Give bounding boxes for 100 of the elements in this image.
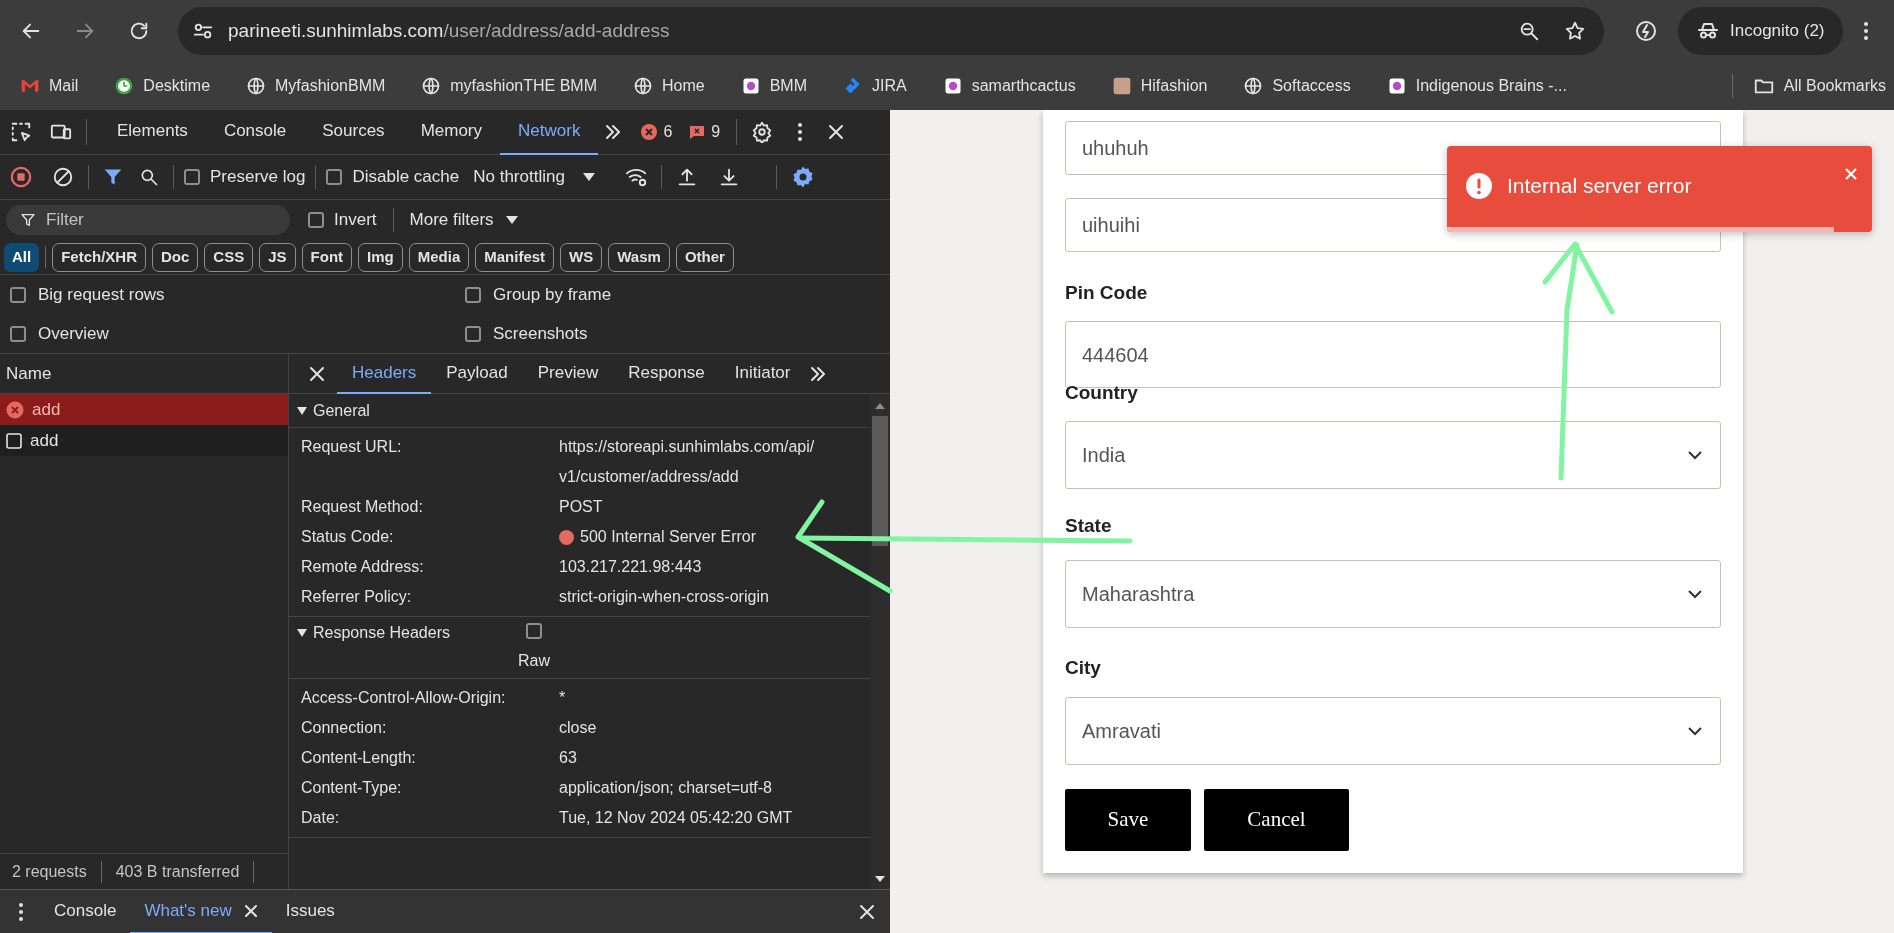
more-options-icon[interactable] — [18, 901, 24, 922]
type-filter-chip[interactable]: Doc — [152, 242, 199, 272]
clear-icon[interactable] — [52, 166, 74, 188]
photo-placeholder — [1111, 76, 1132, 96]
type-filter-chip[interactable]: JS — [259, 242, 296, 272]
close-icon[interactable] — [858, 902, 876, 921]
more-tabs-icon[interactable] — [604, 123, 623, 141]
search-icon[interactable] — [139, 167, 159, 187]
drawer-tab[interactable]: What's new — [130, 889, 272, 933]
checkbox[interactable] — [465, 286, 481, 303]
bookmark[interactable]: BMM — [734, 68, 813, 104]
close-icon[interactable] — [827, 123, 846, 141]
type-filter-chip[interactable]: Other — [675, 242, 734, 272]
request-row[interactable]: add — [0, 425, 288, 456]
bookmark[interactable]: myfashionTHE BMM — [415, 68, 603, 104]
incognito-button[interactable]: Incognito (2) — [1678, 7, 1843, 55]
checkbox[interactable] — [308, 212, 324, 228]
error-counter[interactable]: 6 — [640, 120, 673, 144]
checkbox-label: Raw — [518, 651, 550, 671]
scroll-down-icon[interactable] — [875, 875, 885, 883]
menu-icon[interactable] — [1862, 20, 1869, 42]
error-icon — [640, 123, 659, 141]
issue-icon — [688, 123, 707, 141]
globe-icon — [246, 76, 267, 96]
details-tab[interactable]: Headers — [337, 353, 432, 394]
bookmark[interactable]: Mail — [14, 68, 85, 104]
header-value: strict-origin-when-cross-origin — [559, 587, 770, 607]
devtools-tab[interactable]: Console — [205, 109, 305, 155]
zoom-out-icon[interactable] — [1518, 20, 1540, 42]
type-filter-chip[interactable]: Manifest — [475, 242, 555, 272]
scrollbar-thumb[interactable] — [872, 416, 888, 546]
details-tab[interactable]: Initiator — [719, 353, 806, 394]
status-text: 403 B transferred — [115, 861, 240, 882]
details-tab[interactable]: Payload — [431, 353, 523, 394]
drawer-tab[interactable]: Console — [40, 889, 131, 933]
bookmark[interactable]: Softaccess — [1237, 68, 1357, 104]
checkbox[interactable] — [10, 286, 26, 303]
throttling-dropdown[interactable]: No throttling — [473, 164, 595, 190]
type-filter-chip[interactable]: Fetch/XHR — [52, 242, 146, 272]
bookmark[interactable]: MyfashionBMM — [240, 68, 392, 104]
checkbox[interactable] — [465, 325, 481, 342]
bookmark[interactable]: Hifashion — [1105, 68, 1214, 104]
field-label: Pin Code — [1065, 283, 1148, 302]
header-value: POST — [559, 497, 604, 517]
bookmark[interactable]: JIRA — [837, 68, 913, 104]
scrollbar[interactable] — [870, 394, 890, 889]
filter-icon[interactable] — [103, 167, 123, 187]
checkbox-label: Screenshots — [493, 322, 588, 345]
checkbox[interactable] — [10, 325, 26, 342]
document-icon — [6, 432, 22, 449]
type-filter-chip[interactable]: Font — [301, 242, 353, 272]
filter-field[interactable]: Filter — [6, 205, 290, 235]
reload-icon[interactable] — [128, 20, 150, 42]
bookmark[interactable]: Indigenous Brains -... — [1380, 68, 1573, 104]
checkbox[interactable] — [326, 169, 343, 185]
bookmark[interactable]: Home — [627, 68, 711, 104]
header-name: Connection: — [300, 718, 388, 738]
address-bar[interactable]: parineeti.sunhimlabs.com/user/address/add-address — [178, 7, 1604, 55]
checkbox[interactable] — [526, 623, 542, 639]
type-filter-chip[interactable]: Media — [408, 242, 470, 272]
type-filter-chip[interactable]: Img — [358, 242, 403, 272]
bookmark[interactable]: Desktime — [108, 68, 217, 104]
bookmark[interactable]: samarthcactus — [936, 68, 1082, 104]
star-icon[interactable] — [1564, 20, 1586, 42]
dropdown[interactable]: India — [1065, 421, 1721, 489]
caret-icon — [505, 215, 518, 225]
settings-icon[interactable] — [751, 121, 774, 143]
form-button[interactable]: Cancel — [1204, 789, 1349, 851]
type-filter-chip[interactable]: Wasm — [608, 242, 670, 272]
extension-icon[interactable] — [1634, 19, 1658, 43]
drawer-tab[interactable]: Issues — [271, 889, 349, 933]
details-tab[interactable]: Response — [613, 353, 720, 394]
devtools-tab[interactable]: Sources — [304, 109, 403, 155]
section-header[interactable]: Response Headers — [289, 617, 551, 649]
stop-recording-icon[interactable] — [10, 166, 32, 188]
request-row[interactable]: add — [0, 394, 288, 425]
all-bookmarks-button[interactable]: All Bookmarks — [1746, 68, 1892, 104]
type-filter-chip[interactable]: WS — [560, 242, 603, 272]
details-tab[interactable]: Preview — [522, 353, 614, 394]
more-options-icon[interactable] — [797, 122, 804, 142]
section-header[interactable]: General — [289, 398, 551, 423]
type-filter-chip[interactable]: All — [4, 242, 40, 272]
scroll-up-icon[interactable] — [875, 402, 885, 410]
more-tabs-icon[interactable] — [809, 364, 828, 383]
network-conditions-icon[interactable] — [624, 166, 649, 188]
more-filters-dropdown[interactable]: More filters — [409, 207, 518, 233]
header-value: close — [559, 718, 598, 738]
devtools-tab[interactable]: Elements — [99, 109, 206, 155]
close-icon[interactable] — [309, 365, 325, 382]
dropdown[interactable]: Maharashtra — [1065, 560, 1721, 628]
devtools-tab[interactable]: Network — [500, 109, 599, 155]
url-text: parineeti.sunhimlabs.com/user/address/add-address — [228, 18, 670, 43]
devtools-tab[interactable]: Memory — [402, 109, 501, 155]
dropdown[interactable]: Amravati — [1065, 697, 1721, 765]
inspect-icon[interactable] — [10, 121, 32, 143]
type-filter-chip[interactable]: CSS — [204, 242, 254, 272]
issue-counter[interactable]: 9 — [688, 120, 721, 144]
checkbox[interactable] — [184, 169, 200, 185]
close-icon[interactable] — [243, 903, 258, 918]
form-button[interactable]: Save — [1065, 789, 1191, 851]
